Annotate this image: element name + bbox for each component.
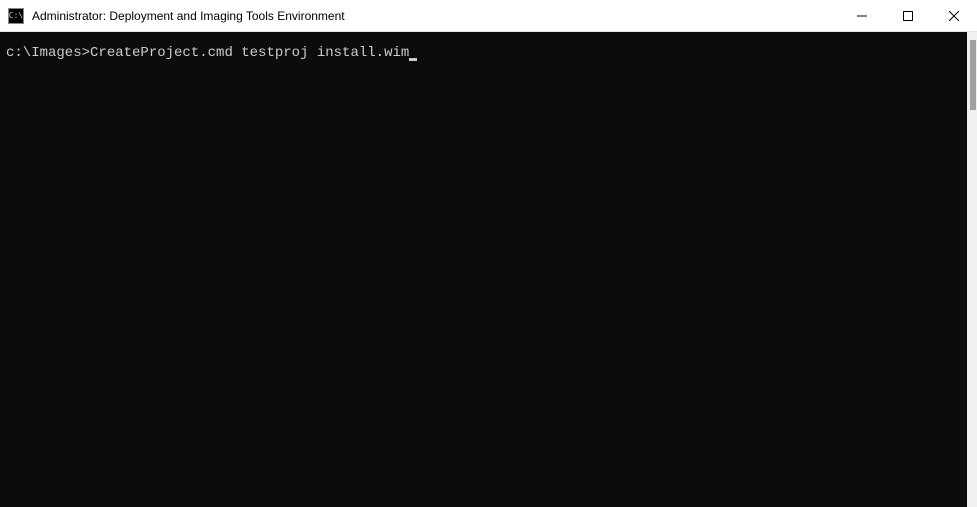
window-controls [839,0,977,31]
maximize-icon [903,11,913,21]
titlebar: C:\ Administrator: Deployment and Imagin… [0,0,977,32]
terminal[interactable]: c:\Images>CreateProject.cmd testproj ins… [0,32,967,507]
terminal-area: c:\Images>CreateProject.cmd testproj ins… [0,32,977,507]
titlebar-left: C:\ Administrator: Deployment and Imagin… [0,8,345,24]
scrollbar-track[interactable] [967,32,977,507]
minimize-icon [857,11,867,21]
command-input[interactable]: CreateProject.cmd testproj install.wim [90,45,409,61]
close-button[interactable] [931,0,977,31]
scrollbar-thumb[interactable] [970,40,976,110]
close-icon [949,11,959,21]
minimize-button[interactable] [839,0,885,31]
prompt: c:\Images> [6,45,90,61]
maximize-button[interactable] [885,0,931,31]
cursor [409,58,417,61]
cmd-icon: C:\ [8,8,24,24]
window-title: Administrator: Deployment and Imaging To… [32,9,345,23]
